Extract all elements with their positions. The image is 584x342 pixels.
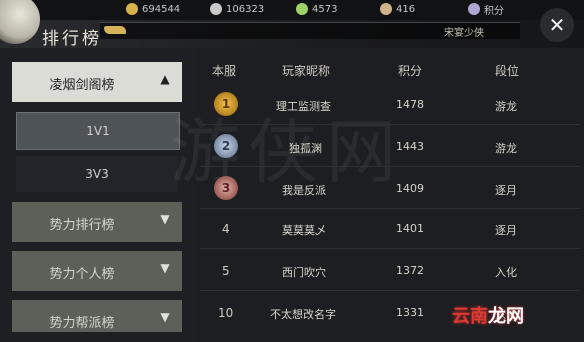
resource-coin: 694544 (126, 2, 180, 16)
resource-bar: 694544 106323 4573 416 积分 (0, 0, 584, 20)
row-score: 1401 (396, 222, 424, 235)
scroll-icon (380, 3, 392, 15)
row-rank: 4 (222, 222, 230, 236)
chevron-up-icon: ▲ (160, 72, 170, 86)
resource-silver: 106323 (210, 2, 264, 16)
gold-medal-icon: 1 (214, 92, 238, 116)
close-button[interactable]: ✕ (540, 8, 574, 42)
silver-medal-icon: 2 (214, 134, 238, 158)
row-divider (200, 166, 580, 167)
chevron-down-icon: ▼ (160, 261, 170, 275)
header-score: 积分 (398, 64, 423, 78)
feather-icon (296, 3, 308, 15)
subtab-1v1[interactable]: 1V1 (16, 112, 180, 150)
row-tier: 逐月 (495, 224, 517, 237)
chevron-down-icon: ▼ (160, 212, 170, 226)
site-logo: 云南龙网 (452, 306, 524, 327)
row-rank: 10 (218, 306, 234, 320)
category-faction-rank[interactable]: 势力排行榜 ▼ (12, 202, 182, 242)
brush-stroke-icon (104, 26, 126, 34)
subtab-3v3[interactable]: 3V3 (16, 156, 178, 192)
row-divider (200, 124, 580, 125)
row-score: 1331 (396, 306, 424, 319)
marquee-text: 宋宴少侠 (444, 28, 484, 39)
row-tier: 游龙 (495, 100, 517, 113)
chevron-down-icon: ▼ (160, 310, 170, 324)
row-score: 1409 (396, 182, 424, 195)
header-nickname: 玩家昵称 (282, 64, 331, 78)
silver-icon (210, 3, 222, 15)
resource-feather: 4573 (296, 2, 337, 16)
row-name: 独孤渊 (289, 142, 322, 155)
row-tier: 逐月 (495, 184, 517, 197)
row-divider (200, 248, 580, 249)
row-score: 1478 (396, 98, 424, 111)
page-title: 排行榜 (42, 29, 102, 49)
resource-scroll: 416 (380, 2, 415, 16)
header-tier: 段位 (495, 64, 520, 78)
header-rank: 本服 (212, 64, 237, 78)
row-name: 我是反派 (282, 184, 326, 197)
row-score: 1372 (396, 264, 424, 277)
row-divider (200, 208, 580, 209)
row-tier: 游龙 (495, 142, 517, 155)
row-name: 西门吹穴 (282, 266, 326, 279)
row-name: 理工监测查 (276, 100, 331, 113)
coin-icon (126, 3, 138, 15)
category-lingyan[interactable]: 凌烟剑阁榜 ▲ (12, 62, 182, 102)
bronze-medal-icon: 3 (214, 176, 238, 200)
resource-points[interactable]: 积分 (468, 2, 504, 17)
row-name: 莫莫莫乄 (282, 224, 326, 237)
row-rank: 5 (222, 264, 230, 278)
row-tier: 入化 (495, 266, 517, 279)
row-divider (200, 290, 580, 291)
points-icon (468, 3, 480, 15)
category-faction-personal[interactable]: 势力个人榜 ▼ (12, 251, 182, 291)
row-score: 1443 (396, 140, 424, 153)
row-name: 不太想改名字 (270, 308, 336, 321)
category-faction-guild[interactable]: 势力帮派榜 ▼ (12, 300, 182, 332)
